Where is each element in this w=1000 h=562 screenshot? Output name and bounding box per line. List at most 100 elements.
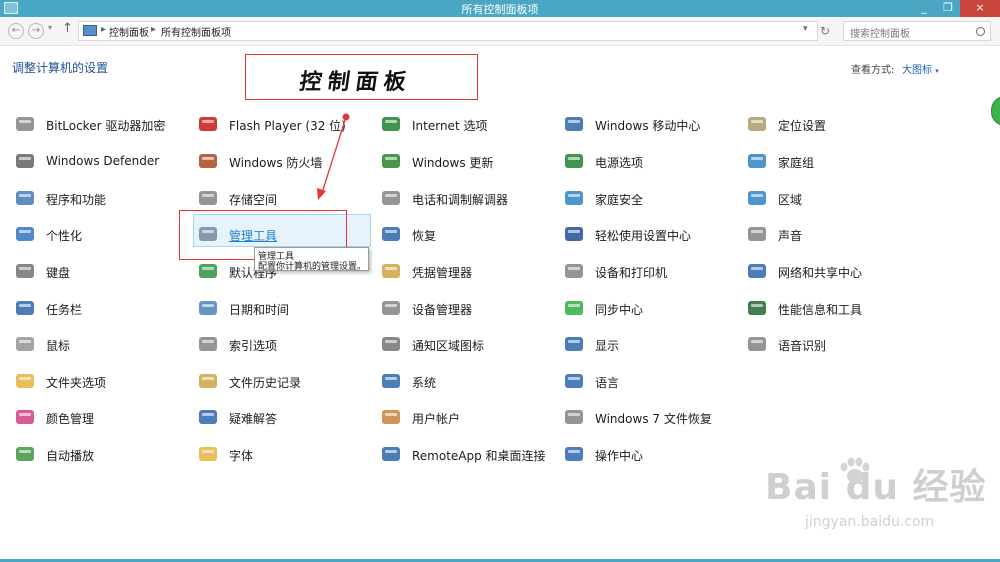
control-panel-item[interactable]: 性能信息和工具 [746, 296, 924, 318]
control-panel-item[interactable]: 通知区域图标 [380, 332, 558, 354]
control-panel-item[interactable]: Windows 移动中心 [563, 112, 741, 134]
control-panel-item[interactable]: Windows 7 文件恢复 [563, 405, 741, 427]
control-panel-item[interactable]: Windows 更新 [380, 149, 558, 171]
windows7-recovery-icon [563, 408, 585, 426]
control-panel-item[interactable]: BitLocker 驱动器加密 [14, 112, 192, 134]
control-panel-item[interactable]: 恢复 [380, 222, 558, 244]
control-panel-item[interactable]: 疑难解答 [197, 405, 375, 427]
control-panel-item[interactable]: 自动播放 [14, 442, 192, 464]
location-settings-icon [746, 115, 768, 133]
family-safety-icon [563, 189, 585, 207]
control-panel-item[interactable]: 轻松使用设置中心 [563, 222, 741, 244]
default-programs-icon [197, 262, 219, 280]
recovery-icon [380, 225, 402, 243]
control-panel-item[interactable]: 键盘 [14, 259, 192, 281]
baidu-paw-logo [840, 457, 870, 483]
search-icon [976, 27, 985, 36]
history-dropdown-icon[interactable]: ▾ [48, 23, 52, 32]
view-by-dropdown[interactable]: 大图标 ▾ [902, 61, 939, 76]
control-panel-item[interactable]: 家庭安全 [563, 186, 741, 208]
search-placeholder: 搜索控制面板 [850, 29, 910, 40]
control-panel-item[interactable]: Internet 选项 [380, 112, 558, 134]
back-button[interactable]: ← [8, 23, 24, 39]
control-panel-item[interactable]: 文件历史记录 [197, 369, 375, 391]
control-panel-item[interactable]: 用户帐户 [380, 405, 558, 427]
minimize-button[interactable]: _ [913, 0, 935, 17]
forward-button[interactable]: → [28, 23, 44, 39]
address-bar[interactable]: ▸ 控制面板 ▸ 所有控制面板项 ▾ [78, 21, 818, 41]
control-panel-item[interactable]: 日期和时间 [197, 296, 375, 318]
control-panel-item[interactable]: 字体 [197, 442, 375, 464]
crumb-separator[interactable]: ▸ [101, 24, 106, 35]
control-panel-item-label: Windows 7 文件恢复 [595, 412, 712, 426]
color-management-icon [14, 408, 36, 426]
windows-update-icon [380, 152, 402, 170]
crumb-separator[interactable]: ▸ [151, 24, 156, 35]
control-panel-item-label: 通知区域图标 [412, 339, 485, 353]
tooltip-description: 配置你计算机的管理设置。 [258, 262, 367, 272]
view-by-label: 查看方式: [851, 65, 895, 76]
control-panel-item[interactable]: 语言 [563, 369, 741, 391]
close-button[interactable]: × [960, 0, 1000, 17]
maximize-button[interactable]: ❐ [937, 0, 959, 17]
control-panel-item[interactable]: 存储空间 [197, 186, 375, 208]
control-panel-item[interactable]: 同步中心 [563, 296, 741, 318]
address-dropdown-icon[interactable]: ▾ [803, 24, 808, 34]
control-panel-item-label: 同步中心 [595, 303, 644, 317]
control-panel-item[interactable]: RemoteApp 和桌面连接 [380, 442, 558, 464]
window-title: 所有控制面板项 [461, 3, 539, 16]
control-panel-item[interactable]: Windows Defender [14, 149, 192, 171]
homegroup-icon [746, 152, 768, 170]
control-panel-item[interactable]: 操作中心 [563, 442, 741, 464]
control-panel-item[interactable]: 索引选项 [197, 332, 375, 354]
control-panel-item[interactable]: 管理工具 [197, 222, 375, 244]
refresh-button[interactable]: ↻ [820, 24, 834, 38]
control-panel-item[interactable]: 个性化 [14, 222, 192, 244]
control-panel-item-label: 颜色管理 [46, 412, 95, 426]
up-button[interactable]: ↑ [62, 21, 73, 36]
control-panel-item[interactable]: Windows 防火墙 [197, 149, 375, 171]
control-panel-item[interactable]: 定位设置 [746, 112, 924, 134]
control-panel-item-label: 疑难解答 [229, 412, 278, 426]
control-panel-item[interactable]: 系统 [380, 369, 558, 391]
control-panel-item[interactable]: 设备和打印机 [563, 259, 741, 281]
power-options-icon [563, 152, 585, 170]
control-panel-item[interactable]: Flash Player (32 位) [197, 112, 375, 134]
control-panel-item[interactable]: 鼠标 [14, 332, 192, 354]
control-panel-item[interactable]: 区域 [746, 186, 924, 208]
side-tab[interactable] [991, 96, 1000, 126]
control-panel-item-label: 字体 [229, 449, 254, 463]
control-panel-item[interactable]: 文件夹选项 [14, 369, 192, 391]
control-panel-item-label: Flash Player (32 位) [229, 119, 346, 133]
control-panel-item[interactable]: 网络和共享中心 [746, 259, 924, 281]
control-panel-item-label: Windows 防火墙 [229, 156, 323, 170]
control-panel-item-label: 凭据管理器 [412, 266, 473, 280]
control-panel-item[interactable]: 电话和调制解调器 [380, 186, 558, 208]
back-arrow-icon: ← [11, 25, 21, 36]
control-panel-item[interactable]: 凭据管理器 [380, 259, 558, 281]
watermark-brand: Bai du 经验 [765, 467, 987, 508]
search-input[interactable]: 搜索控制面板 [843, 21, 991, 41]
control-panel-item[interactable]: 电源选项 [563, 149, 741, 171]
control-panel-item-label: RemoteApp 和桌面连接 [412, 449, 546, 463]
control-panel-item[interactable]: 语音识别 [746, 332, 924, 354]
control-panel-item[interactable]: 声音 [746, 222, 924, 244]
speech-recognition-icon [746, 335, 768, 353]
breadcrumb-all-items[interactable]: 所有控制面板项 [161, 24, 231, 39]
view-by-value: 大图标 [902, 65, 932, 76]
control-panel-item[interactable]: 程序和功能 [14, 186, 192, 208]
control-panel-item[interactable]: 家庭组 [746, 149, 924, 171]
control-panel-item-label: 鼠标 [46, 339, 71, 353]
troubleshooting-icon [197, 408, 219, 426]
control-panel-item[interactable]: 颜色管理 [14, 405, 192, 427]
control-panel-item-label: 网络和共享中心 [778, 266, 863, 280]
action-center-icon [563, 445, 585, 463]
control-panel-item-label: 存储空间 [229, 193, 278, 207]
title-bar: 所有控制面板项 _ ❐ × [0, 0, 1000, 17]
control-panel-item[interactable]: 设备管理器 [380, 296, 558, 318]
tooltip: 管理工具 配置你计算机的管理设置。 [254, 247, 369, 272]
control-panel-item[interactable]: 任务栏 [14, 296, 192, 318]
control-panel-item[interactable]: 显示 [563, 332, 741, 354]
file-history-icon [197, 372, 219, 390]
breadcrumb-control-panel[interactable]: 控制面板 [109, 24, 149, 39]
